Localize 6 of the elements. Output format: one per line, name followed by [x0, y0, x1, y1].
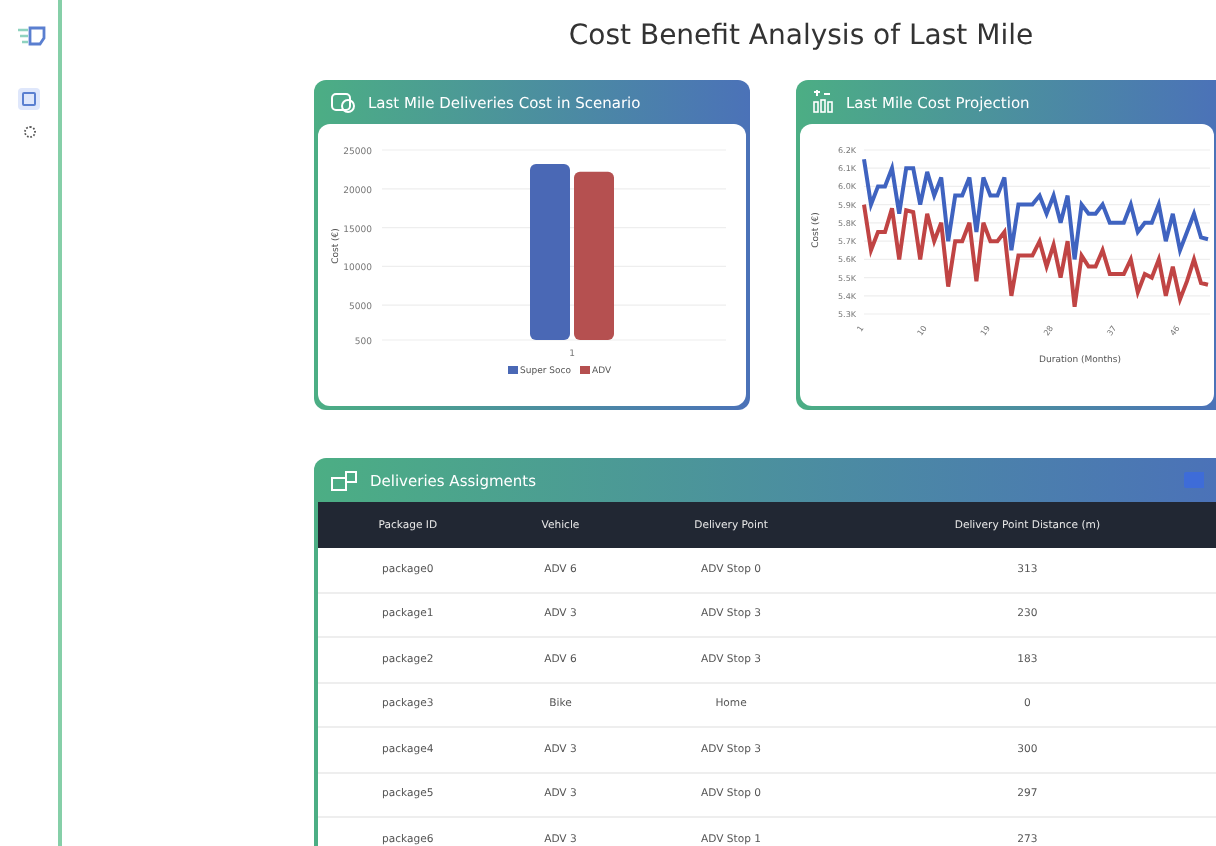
coins-icon [330, 91, 356, 113]
chart-icon [812, 90, 834, 114]
dashboard-icon[interactable] [18, 88, 40, 110]
page-title: Cost Benefit Analysis of Last Mile [566, 20, 1036, 52]
delivery-icon [330, 469, 358, 491]
logo-icon [17, 26, 45, 46]
